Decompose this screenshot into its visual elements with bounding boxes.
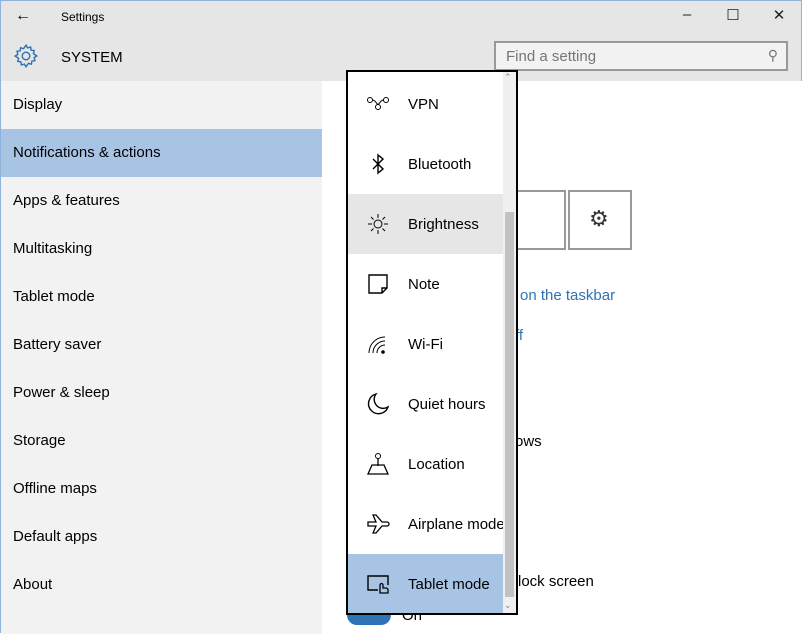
search-box[interactable]: ⚲ (494, 41, 788, 71)
picker-item-label: Bluetooth (408, 156, 471, 173)
search-icon[interactable]: ⚲ (768, 47, 778, 64)
taskbar-icons-link[interactable]: on the taskbar (520, 287, 615, 304)
picker-item-label: Location (408, 456, 465, 473)
scroll-up-icon[interactable]: ⌃ (504, 72, 512, 83)
moon-icon (366, 392, 390, 416)
quick-action-picker: VPN Bluetooth Brightness Note Wi-Fi Quie… (346, 70, 518, 615)
sidebar-item-battery-saver[interactable]: Battery saver (1, 321, 322, 369)
sidebar-item-tablet-mode[interactable]: Tablet mode (1, 273, 322, 321)
sidebar-item-multitasking[interactable]: Multitasking (1, 225, 322, 273)
picker-item-vpn[interactable]: VPN (348, 74, 504, 134)
airplane-icon (366, 512, 390, 536)
note-icon (366, 272, 390, 296)
section-title: SYSTEM (61, 49, 123, 66)
picker-scrollbar[interactable]: ⌃ ⌄ (503, 72, 516, 613)
gear-icon: ⚙ (589, 206, 609, 232)
picker-item-label: Tablet mode (408, 576, 490, 593)
title-bar: ← Settings – ☐ ✕ (1, 1, 801, 33)
picker-item-brightness[interactable]: Brightness (348, 194, 504, 254)
setting-label: ows (515, 433, 542, 450)
picker-item-quiet-hours[interactable]: Quiet hours (348, 374, 504, 434)
picker-item-label: Wi-Fi (408, 336, 443, 353)
picker-item-bluetooth[interactable]: Bluetooth (348, 134, 504, 194)
scroll-down-icon[interactable]: ⌄ (504, 600, 512, 611)
sidebar-item-offline-maps[interactable]: Offline maps (1, 465, 322, 513)
picker-item-note[interactable]: Note (348, 254, 504, 314)
picker-item-airplane-mode[interactable]: Airplane mode (348, 494, 504, 554)
picker-item-label: Quiet hours (408, 396, 486, 413)
gear-icon (13, 43, 39, 69)
back-button[interactable]: ← (15, 7, 31, 25)
tablet-mode-icon (366, 572, 390, 596)
picker-item-tablet-mode[interactable]: Tablet mode (348, 554, 504, 614)
brightness-icon (366, 212, 390, 236)
sidebar-item-storage[interactable]: Storage (1, 417, 322, 465)
sidebar-item-default-apps[interactable]: Default apps (1, 513, 322, 561)
window-title: Settings (61, 10, 104, 24)
scrollbar-thumb[interactable] (505, 212, 514, 597)
sidebar-item-power-sleep[interactable]: Power & sleep (1, 369, 322, 417)
location-icon (366, 452, 390, 476)
picker-item-label: Airplane mode (408, 516, 505, 533)
maximize-button[interactable]: ☐ (723, 6, 743, 24)
quick-action-tile-settings[interactable]: ⚙ (568, 190, 632, 250)
close-button[interactable]: ✕ (769, 6, 789, 24)
picker-item-wifi[interactable]: Wi-Fi (348, 314, 504, 374)
minimize-button[interactable]: – (677, 6, 697, 23)
bluetooth-icon (366, 152, 390, 176)
sidebar-item-display[interactable]: Display (1, 81, 322, 129)
picker-item-label: VPN (408, 96, 439, 113)
sidebar: Display Notifications & actions Apps & f… (1, 81, 322, 634)
sidebar-item-apps[interactable]: Apps & features (1, 177, 322, 225)
wifi-icon (366, 332, 390, 356)
sidebar-item-about[interactable]: About (1, 561, 322, 609)
picker-item-label: Note (408, 276, 440, 293)
search-input[interactable] (496, 43, 746, 69)
sidebar-item-notifications[interactable]: Notifications & actions (1, 129, 322, 177)
vpn-icon (366, 92, 390, 116)
setting-label-lock-screen: lock screen (518, 573, 594, 590)
picker-item-location[interactable]: Location (348, 434, 504, 494)
picker-item-label: Brightness (408, 216, 479, 233)
